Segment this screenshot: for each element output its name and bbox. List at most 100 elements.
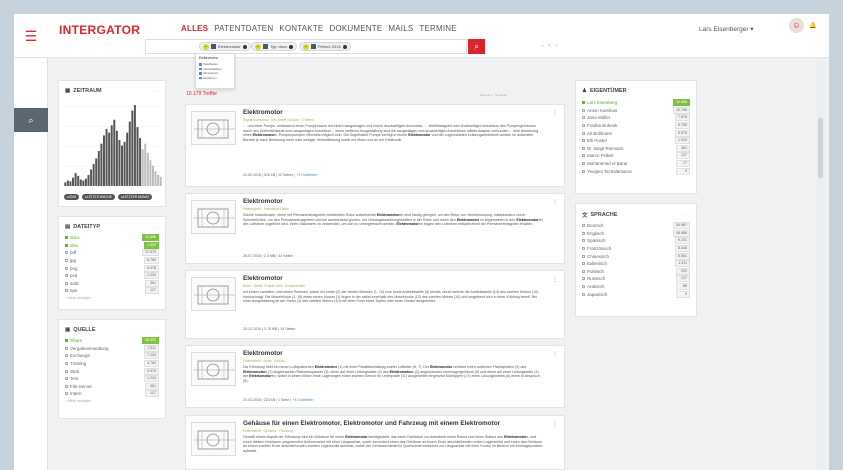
chip-menu-icon[interactable] [342,44,347,49]
checkbox[interactable] [65,384,68,388]
result-title[interactable]: Gehäuse für einen Elektromotor, Elektrom… [243,420,500,427]
checkbox[interactable] [65,281,68,285]
facet-item[interactable]: Intern 127 [65,390,159,398]
histogram-bar[interactable] [90,169,93,186]
year-2016-button[interactable]: ● 2016 [64,194,80,200]
result-card[interactable]: Elektromotor Ergebnisvorschau · Info-Shee… [185,104,565,187]
checkbox[interactable] [65,289,68,293]
facet-item[interactable]: Mohammed el Barai 77 [582,160,690,168]
result-thumbnail[interactable] [191,352,236,386]
histogram-bar[interactable] [131,110,134,186]
checkbox[interactable] [582,269,585,273]
result-more-icon[interactable]: ⋮ [552,110,558,117]
histogram-bar[interactable] [69,181,72,186]
histogram-bar[interactable] [136,127,139,186]
facet-item[interactable]: Franka Bohenk 6.789 [582,122,690,130]
checkbox[interactable] [582,131,585,135]
panel-controls-icon[interactable]: ◌ ◌ [152,224,158,229]
histogram-bar[interactable] [154,171,157,186]
panel-controls-icon[interactable]: ◌ ◌ [683,211,689,216]
checkbox[interactable] [582,101,585,105]
result-thumbnail[interactable] [191,422,236,456]
tab-termine[interactable]: TERMINE [419,24,456,33]
facet-item[interactable]: Web 3.978 [65,367,159,375]
histogram-bar[interactable] [121,145,124,187]
facet-item[interactable]: Anton Kamikas 10.789 [582,106,690,115]
facet-item[interactable]: Französisch 8.546 [582,245,690,253]
result-more-icon[interactable]: ⋮ [552,276,558,283]
checkbox[interactable] [65,346,68,350]
result-card[interactable]: Elektromotor Patentschrift · Motor · Einb… [185,345,565,408]
facet-item[interactable]: Lars Eisenberg 12.456 [582,99,690,107]
rail-search-button[interactable]: ⌕ [14,108,48,132]
checkbox[interactable] [582,277,585,281]
result-thumbnail[interactable] [191,200,236,234]
facet-item[interactable]: Dr. Birgit Reimann 361 [582,144,690,153]
facet-item[interactable]: Share 18.332 [65,337,159,345]
facet-item[interactable]: Elli Postel 1.310 [582,137,690,145]
scrollbar[interactable] [817,58,825,470]
checkbox[interactable] [65,392,68,396]
histogram-bar[interactable] [64,182,67,186]
checkbox[interactable] [582,169,585,173]
histogram-bar[interactable] [144,143,147,186]
search-input[interactable]: − Elektromotor − Typ: docx − Period: 201… [145,39,558,54]
facet-item[interactable]: png 6.478 [65,264,159,272]
histogram-bar[interactable] [87,174,90,186]
remove-chip-icon[interactable]: − [255,43,261,50]
histogram-bar[interactable] [126,132,129,186]
facet-item[interactable]: Russisch 127 [582,275,690,283]
checkbox[interactable] [65,259,68,263]
dropdown-item[interactable]: Entfernen [199,76,231,81]
histogram-bar[interactable] [141,149,144,186]
facet-item[interactable]: Vergabeverwaltung 7.511 [65,344,159,353]
checkbox[interactable] [582,247,585,251]
checkbox[interactable] [582,154,585,158]
show-more-link[interactable]: + Mehr anzeigen [65,399,159,403]
remove-chip-icon[interactable]: − [303,43,309,50]
result-more-icon[interactable]: ⋮ [552,199,558,206]
checkbox[interactable] [65,369,68,373]
histogram-bar[interactable] [108,132,111,186]
histogram-bar[interactable] [84,178,87,186]
facet-item[interactable]: Exchange 7.103 [65,352,159,360]
tab-dokumente[interactable]: DOKUMENTE [329,24,382,33]
remove-chip-icon[interactable]: − [203,43,209,50]
facet-item[interactable]: pdf 27.579 [65,249,159,257]
checkbox[interactable] [582,116,585,120]
facet-item[interactable]: Ali Bollmann 5.978 [582,129,690,137]
checkbox[interactable] [582,292,585,296]
histogram-bar[interactable] [133,105,136,186]
facet-item[interactable]: Spanisch 9.231 [582,237,690,245]
search-chip[interactable]: − Elektromotor [199,42,251,51]
checkbox[interactable] [65,243,68,247]
histogram-bar[interactable] [159,176,162,186]
histogram-bar[interactable] [77,175,80,186]
result-card[interactable]: Elektromotor Patentschrift · Technische D… [185,193,565,264]
checkbox[interactable] [582,146,585,150]
tab-patentdaten[interactable]: PATENTDATEN [214,24,273,33]
facet-item[interactable]: Training 4.780 [65,360,159,368]
facet-item[interactable]: indd 361 [65,279,159,288]
facet-item[interactable]: Test 1.224 [65,375,159,383]
facet-item[interactable]: jpg 6.789 [65,257,159,265]
search-chip[interactable]: − Period: 2016 [299,42,351,51]
histogram-bar[interactable] [123,141,126,186]
histogram-bar[interactable] [102,135,105,186]
chip-menu-icon[interactable] [289,44,294,49]
panel-controls-icon[interactable]: ◌ ◌ [152,88,158,93]
checkbox[interactable] [582,262,585,266]
result-title[interactable]: Elektromotor [243,109,283,116]
result-card[interactable]: Elektromotor Norm · Gerät · Projekt 2016 … [185,270,565,339]
checkbox[interactable] [65,362,68,366]
show-more-link[interactable]: + Mehr anzeigen [65,296,159,300]
sort-control[interactable]: Relevanz · Sortieren [480,93,507,97]
histogram-bar[interactable] [118,139,121,186]
checkbox[interactable] [65,354,68,358]
last-week-button[interactable]: ● LETZTE WOCHE [82,194,115,200]
scrollbar-thumb[interactable] [818,118,823,178]
histogram-chart[interactable] [64,101,162,186]
hamburger-menu-icon[interactable]: ☰ [14,14,48,58]
last-month-button[interactable]: ● LETZTER MONAT [117,194,153,200]
histogram-bar[interactable] [149,160,152,186]
